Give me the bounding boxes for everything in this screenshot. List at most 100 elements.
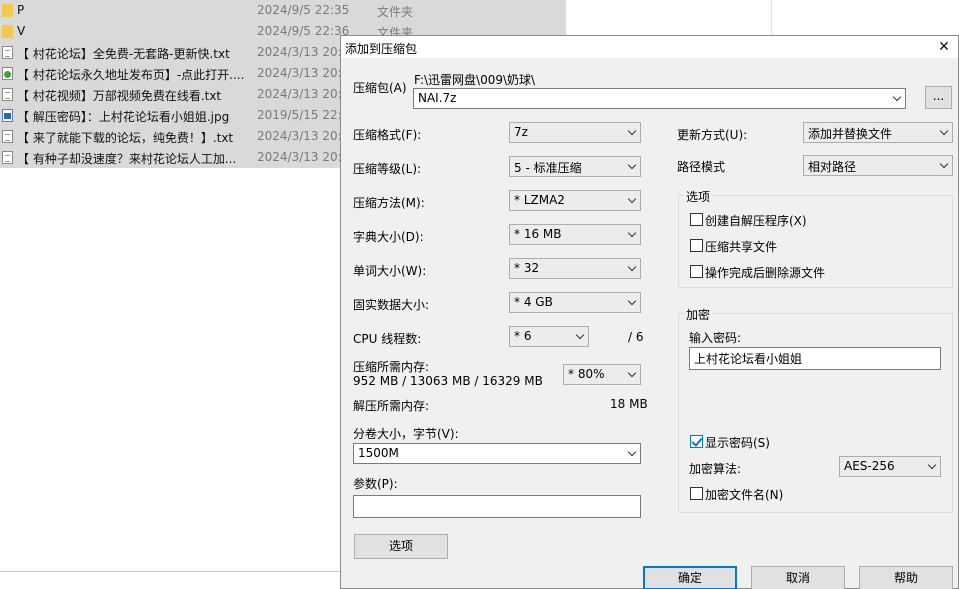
word-label: 单词大小(W):: [353, 264, 427, 278]
file-date: 2024/3/13 20:0: [257, 150, 350, 164]
cpu-value: * 6: [514, 329, 532, 343]
file-name: 【 解压密码】：上村花论坛看小姐姐.jpg: [17, 110, 230, 124]
file-name: 【 村花视频】万部视频免费在线看.txt: [17, 89, 222, 103]
chevron-down-icon: [576, 332, 584, 340]
chevron-down-icon: [628, 196, 636, 204]
level-select[interactable]: 5 - 标准压缩: [509, 156, 641, 177]
file-date: 2024/3/13 20:0: [257, 87, 350, 101]
show-password-label: 显示密码(S): [705, 436, 770, 450]
password-input[interactable]: 上村花论坛看小姐姐: [689, 347, 941, 370]
update-mode-select[interactable]: 添加并替换文件: [803, 122, 953, 143]
file-date: 2024/3/13 20:0: [257, 66, 350, 80]
file-name: P: [17, 3, 25, 17]
params-input[interactable]: [353, 495, 641, 518]
params-label: 参数(P):: [353, 477, 398, 491]
level-label: 压缩等级(L):: [353, 162, 422, 176]
chevron-down-icon: [628, 298, 636, 306]
word-value: * 32: [514, 261, 540, 275]
password-label: 输入密码:: [689, 331, 742, 345]
delete-after-checkbox[interactable]: [690, 265, 703, 278]
mem-usage-select[interactable]: * 80%: [563, 364, 641, 385]
chevron-down-icon: [928, 462, 936, 470]
ok-button[interactable]: 确定: [643, 566, 737, 589]
file-date: 2024/3/13 20:0: [257, 45, 350, 59]
solid-label: 固实数据大小:: [353, 298, 430, 312]
text-file-icon: [2, 130, 13, 143]
encryption-method-label: 加密算法:: [689, 462, 742, 476]
options-group-title: 选项: [684, 188, 713, 205]
method-label: 压缩方法(M):: [353, 196, 425, 210]
encrypt-names-label: 加密文件名(N): [705, 488, 784, 502]
options-button[interactable]: 选项: [354, 534, 448, 559]
format-select[interactable]: 7z: [509, 122, 641, 143]
shared-files-label: 压缩共享文件: [705, 240, 778, 254]
word-select[interactable]: * 32: [509, 258, 641, 279]
shared-files-checkbox[interactable]: [690, 239, 703, 252]
dialog-titlebar[interactable]: 添加到压缩包 ✕: [341, 36, 958, 58]
file-name: V: [17, 24, 26, 38]
file-name: 【 村花论坛永久地址发布页】-点此打开....: [17, 68, 245, 82]
cpu-select[interactable]: * 6: [509, 326, 589, 347]
dict-label: 字典大小(D):: [353, 230, 424, 244]
chevron-down-icon: [628, 264, 636, 272]
help-button[interactable]: 帮助: [859, 566, 953, 589]
path-mode-select[interactable]: 相对路径: [803, 155, 953, 176]
file-date: 2024/9/5 22:36: [257, 24, 350, 38]
mem-compress-detail: 952 MB / 13063 MB / 16329 MB: [353, 374, 543, 388]
sfx-checkbox[interactable]: [690, 213, 703, 226]
update-mode-label: 更新方式(U):: [677, 128, 748, 142]
cpu-label: CPU 线程数:: [353, 332, 422, 346]
update-mode-value: 添加并替换文件: [808, 127, 893, 141]
text-file-icon: [2, 88, 13, 101]
file-type: 文件夹: [377, 5, 414, 19]
split-value: 1500M: [358, 446, 399, 460]
encryption-group-title: 加密: [684, 306, 713, 323]
show-password-checkbox[interactable]: [690, 435, 703, 448]
chevron-down-icon: [940, 161, 948, 169]
folder-icon: [2, 4, 13, 17]
text-file-icon: [2, 46, 13, 59]
chevron-down-icon: [893, 94, 901, 102]
sfx-label: 创建自解压程序(X): [705, 214, 807, 228]
column-divider: [771, 0, 772, 35]
path-mode-value: 相对路径: [808, 160, 857, 174]
add-to-archive-dialog: 添加到压缩包 ✕ 压缩包(A) F:\迅雷网盘\009\奶球\ NAI.7z .…: [340, 35, 959, 589]
archive-path: F:\迅雷网盘\009\奶球\: [414, 73, 536, 87]
split-label: 分卷大小，字节(V):: [353, 427, 459, 441]
folder-icon: [2, 25, 13, 38]
path-mode-label: 路径模式: [677, 160, 726, 174]
solid-select[interactable]: * 4 GB: [509, 292, 641, 313]
level-value: 5 - 标准压缩: [514, 161, 582, 175]
file-name: 【 村花论坛】全免费-无套路-更新快.txt: [17, 47, 230, 61]
chevron-down-icon: [628, 128, 636, 136]
dialog-title: 添加到压缩包: [345, 42, 418, 56]
mem-compress-label: 压缩所需内存:: [353, 360, 430, 374]
dict-select[interactable]: * 16 MB: [509, 224, 641, 245]
archive-name-value: NAI.7z: [418, 91, 457, 105]
file-date: 2019/5/15 22:4: [257, 108, 350, 122]
text-file-icon: [2, 151, 13, 164]
delete-after-label: 操作完成后删除源文件: [705, 266, 826, 280]
encrypt-names-checkbox[interactable]: [690, 487, 703, 500]
chevron-down-icon: [628, 230, 636, 238]
encryption-method-value: AES-256: [844, 459, 895, 473]
chevron-down-icon: [940, 128, 948, 136]
browse-button[interactable]: ...: [925, 86, 952, 109]
image-file-icon: [2, 109, 13, 122]
file-row[interactable]: P 2024/9/5 22:35 文件夹: [0, 0, 566, 21]
format-label: 压缩格式(F):: [353, 128, 422, 142]
dict-value: * 16 MB: [514, 227, 562, 241]
mem-decompress-value: 18 MB: [610, 397, 648, 411]
web-file-icon: [2, 67, 13, 80]
chevron-down-icon: [628, 370, 636, 378]
archive-name-combobox[interactable]: NAI.7z: [413, 88, 906, 109]
format-value: 7z: [514, 125, 528, 139]
cancel-button[interactable]: 取消: [751, 566, 845, 589]
split-combobox[interactable]: 1500M: [353, 443, 641, 464]
mem-decompress-label: 解压所需内存:: [353, 399, 430, 413]
method-select[interactable]: * LZMA2: [509, 190, 641, 211]
chevron-down-icon: [628, 162, 636, 170]
file-name: 【 有种子却没速度？来村花论坛人工加...: [17, 152, 237, 166]
close-icon[interactable]: ✕: [932, 36, 956, 58]
encryption-method-select[interactable]: AES-256: [839, 456, 941, 477]
